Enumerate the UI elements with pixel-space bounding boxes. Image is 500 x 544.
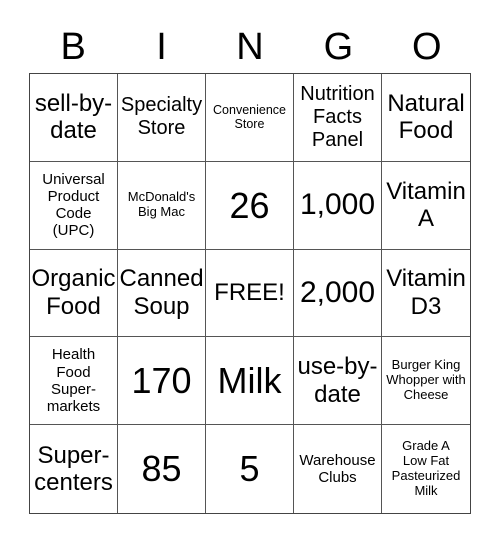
cell-text: use-by-date bbox=[297, 353, 378, 408]
header-letter-n: N bbox=[236, 26, 264, 68]
cell-text: 2,000 bbox=[299, 275, 376, 309]
cell-text: Specialty Store bbox=[120, 94, 203, 140]
cell-text: Burger King Whopper with Cheese bbox=[386, 357, 466, 403]
cell-text: Convenience Store bbox=[213, 103, 286, 132]
cell-text: Vitamin D3 bbox=[386, 265, 466, 320]
bingo-card-grid: sell-by-date Specialty Store Convenience… bbox=[29, 73, 471, 514]
cell-text: Milk bbox=[217, 360, 282, 402]
bingo-cell[interactable]: 170 bbox=[118, 337, 206, 426]
bingo-cell[interactable]: Vitamin A bbox=[382, 162, 470, 250]
bingo-cell[interactable]: Canned Soup bbox=[118, 249, 206, 338]
bingo-cell[interactable]: Milk bbox=[206, 337, 294, 426]
bingo-cell[interactable]: 26 bbox=[206, 161, 294, 250]
cell-text: Nutrition Facts Panel bbox=[300, 82, 375, 151]
bingo-cell[interactable]: Burger King Whopper with Cheese bbox=[382, 337, 470, 426]
header-letter-g: G bbox=[323, 26, 354, 68]
cell-text: 170 bbox=[131, 360, 192, 402]
bingo-cell[interactable]: Grade A Low Fat Pasteurized Milk bbox=[382, 425, 470, 513]
cell-text: Universal Product Code (UPC) bbox=[42, 170, 105, 240]
bingo-cell[interactable]: use-by-date bbox=[294, 337, 382, 426]
cell-text: McDonald's Big Mac bbox=[127, 189, 196, 220]
header-letter-b: B bbox=[60, 26, 86, 68]
cell-text: 26 bbox=[229, 184, 270, 226]
cell-text: FREE! bbox=[214, 279, 285, 307]
cell-text: Grade A Low Fat Pasteurized Milk bbox=[391, 438, 461, 499]
bingo-cell[interactable]: 1,000 bbox=[294, 161, 382, 250]
bingo-cell[interactable]: sell-by-date bbox=[30, 74, 118, 162]
bingo-cell[interactable]: Universal Product Code (UPC) bbox=[30, 161, 118, 250]
cell-text: 5 bbox=[239, 448, 260, 490]
cell-text: Canned Soup bbox=[119, 265, 204, 320]
bingo-cell[interactable]: Convenience Store bbox=[206, 74, 294, 162]
cell-text: Organic Food bbox=[31, 265, 116, 320]
cell-text: Vitamin A bbox=[386, 177, 466, 233]
bingo-cell[interactable]: Warehouse Clubs bbox=[294, 425, 382, 513]
bingo-cell[interactable]: 5 bbox=[206, 425, 294, 513]
bingo-header: B I N G O bbox=[29, 22, 471, 72]
bingo-cell[interactable]: McDonald's Big Mac bbox=[118, 161, 206, 250]
bingo-cell[interactable]: Nutrition Facts Panel bbox=[294, 74, 382, 162]
cell-text: 85 bbox=[141, 448, 182, 490]
cell-text: Warehouse Clubs bbox=[299, 451, 376, 487]
header-letter-o: O bbox=[411, 26, 442, 68]
cell-text: Natural Food bbox=[387, 89, 465, 145]
bingo-cell[interactable]: 2,000 bbox=[294, 249, 382, 338]
bingo-cell[interactable]: Specialty Store bbox=[118, 74, 206, 162]
cell-text: Super-centers bbox=[34, 441, 113, 497]
bingo-cell[interactable]: Vitamin D3 bbox=[382, 250, 470, 338]
cell-text: sell-by-date bbox=[34, 89, 113, 145]
cell-text: Health Food Super-markets bbox=[46, 346, 101, 416]
bingo-cell[interactable]: Natural Food bbox=[382, 74, 470, 162]
cell-text: 1,000 bbox=[299, 187, 376, 221]
bingo-cell[interactable]: Super-centers bbox=[30, 425, 118, 513]
bingo-cell[interactable]: Organic Food bbox=[30, 249, 118, 338]
bingo-cell[interactable]: Health Food Super-markets bbox=[30, 337, 118, 426]
free-space[interactable]: FREE! bbox=[206, 249, 294, 338]
bingo-cell[interactable]: 85 bbox=[118, 425, 206, 513]
header-letter-i: I bbox=[156, 26, 167, 68]
